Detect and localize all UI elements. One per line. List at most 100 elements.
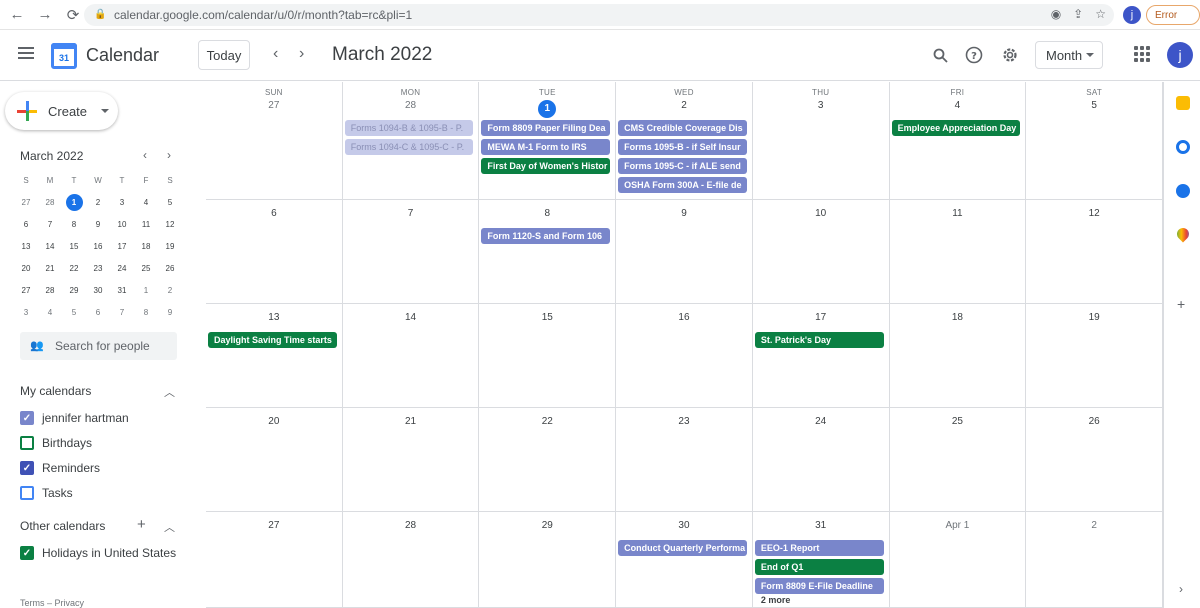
calendar-item[interactable]: ✓ jennifer hartman	[20, 408, 129, 428]
my-calendars-title[interactable]: My calendars	[20, 384, 91, 398]
day-number[interactable]: 24	[753, 416, 889, 427]
tasks-icon[interactable]	[1176, 140, 1190, 154]
mini-day[interactable]: 28	[38, 279, 62, 301]
mini-day[interactable]: 27	[14, 191, 38, 213]
mini-day[interactable]: 1	[62, 191, 86, 213]
day-number[interactable]: 23	[616, 416, 752, 427]
day-number[interactable]: 16	[616, 312, 752, 323]
day-number[interactable]: 17	[753, 312, 889, 323]
day-number[interactable]: 25	[890, 416, 1026, 427]
mini-day[interactable]: 5	[62, 301, 86, 323]
mini-day[interactable]: 8	[62, 213, 86, 235]
mini-day[interactable]: 10	[110, 213, 134, 235]
mini-day[interactable]: 6	[86, 301, 110, 323]
mini-day[interactable]: 17	[110, 235, 134, 257]
eye-icon[interactable]: ◉	[1051, 7, 1061, 21]
day-number[interactable]: 18	[890, 312, 1026, 323]
day-cell[interactable]: 6	[206, 200, 343, 304]
calendar-checkbox[interactable]	[20, 486, 34, 500]
reload-icon[interactable]: ⟳	[62, 4, 84, 26]
calendar-event[interactable]: CMS Credible Coverage Dis	[618, 120, 747, 136]
calendar-item[interactable]: Birthdays	[20, 433, 92, 453]
footer-links[interactable]: Terms – Privacy	[20, 598, 84, 608]
mini-day[interactable]: 14	[38, 235, 62, 257]
prev-month-icon[interactable]: ‹	[273, 45, 278, 63]
day-number[interactable]: 28	[343, 520, 479, 531]
collapse-other-calendars-icon[interactable]: ︿	[164, 519, 175, 535]
day-cell[interactable]: 16	[616, 304, 753, 408]
mini-day[interactable]: 27	[14, 279, 38, 301]
today-button[interactable]: Today	[198, 40, 250, 70]
mini-day[interactable]: 15	[62, 235, 86, 257]
day-number[interactable]: 2	[616, 100, 752, 111]
calendar-checkbox[interactable]	[20, 436, 34, 450]
browser-profile-avatar[interactable]: j	[1123, 6, 1141, 24]
mini-day[interactable]: 9	[158, 301, 182, 323]
day-number[interactable]: 31	[753, 520, 889, 531]
day-cell[interactable]: 14	[342, 304, 480, 408]
day-number[interactable]: 30	[616, 520, 752, 531]
search-icon[interactable]	[930, 45, 950, 65]
calendar-event[interactable]: OSHA Form 300A - E-file de	[618, 177, 747, 193]
calendar-event[interactable]: End of Q1	[754, 559, 884, 575]
day-number[interactable]: 5	[1026, 100, 1162, 111]
calendar-checkbox[interactable]: ✓	[20, 546, 34, 560]
mini-day[interactable]: 24	[110, 257, 134, 279]
day-cell[interactable]: 9	[616, 200, 753, 304]
day-cell[interactable]: 25	[889, 408, 1027, 512]
day-number[interactable]: 28	[343, 100, 479, 111]
day-number[interactable]: 11	[890, 208, 1026, 219]
get-addons-icon[interactable]: +	[1177, 296, 1185, 312]
keep-icon[interactable]	[1176, 96, 1190, 110]
day-cell[interactable]: 28	[342, 512, 480, 608]
day-cell[interactable]: THU 3	[752, 82, 890, 200]
day-number[interactable]: 1	[479, 100, 615, 118]
day-cell[interactable]: 11	[889, 200, 1027, 304]
calendar-event[interactable]: Forms 1095-C - if ALE send	[618, 158, 747, 174]
expand-panel-icon[interactable]: ›	[1179, 582, 1183, 596]
calendar-checkbox[interactable]: ✓	[20, 461, 34, 475]
mini-day[interactable]: 2	[158, 279, 182, 301]
google-apps-icon[interactable]	[1134, 46, 1150, 62]
day-cell[interactable]: 29	[479, 512, 617, 608]
mini-day[interactable]: 30	[86, 279, 110, 301]
day-number[interactable]: 4	[890, 100, 1026, 111]
calendar-event[interactable]: EEO-1 Report	[754, 540, 884, 556]
day-number[interactable]: 2	[1026, 520, 1162, 531]
calendar-event[interactable]: Form 1120-S and Form 106	[481, 228, 611, 244]
calendar-event[interactable]: Forms 1094-C & 1095-C - P.	[344, 139, 474, 155]
mini-day[interactable]: 28	[38, 191, 62, 213]
day-number[interactable]: 7	[343, 208, 479, 219]
day-cell[interactable]: 24	[752, 408, 890, 512]
day-cell[interactable]: 17	[752, 304, 890, 408]
calendar-event[interactable]: Forms 1094-B & 1095-B - P.	[344, 120, 474, 136]
maps-icon[interactable]	[1174, 225, 1192, 243]
calendar-event[interactable]: St. Patrick's Day	[754, 332, 884, 348]
day-cell[interactable]: 20	[206, 408, 343, 512]
day-number[interactable]: 10	[753, 208, 889, 219]
day-number[interactable]: 9	[616, 208, 752, 219]
mini-prev-icon[interactable]: ‹	[143, 148, 147, 162]
other-calendars-title[interactable]: Other calendars	[20, 519, 105, 533]
calendar-event[interactable]: First Day of Women's Histor	[481, 158, 611, 174]
day-cell[interactable]: 15	[479, 304, 617, 408]
mini-day[interactable]: 26	[158, 257, 182, 279]
mini-day[interactable]: 7	[38, 213, 62, 235]
day-cell[interactable]: SUN 27	[206, 82, 343, 200]
day-cell[interactable]: 26	[1026, 408, 1163, 512]
view-switcher-dropdown[interactable]: Month	[1035, 41, 1103, 69]
mini-day[interactable]: 12	[158, 213, 182, 235]
day-cell[interactable]: SAT 5	[1026, 82, 1163, 200]
day-number[interactable]: 22	[479, 416, 615, 427]
collapse-my-calendars-icon[interactable]: ︿	[164, 384, 175, 400]
calendar-event[interactable]: Form 8809 Paper Filing Dea	[481, 120, 611, 136]
forward-icon[interactable]: →	[34, 4, 56, 26]
more-events-link[interactable]: 2 more	[761, 595, 791, 605]
day-number[interactable]: 3	[753, 100, 889, 111]
mini-next-icon[interactable]: ›	[167, 148, 171, 162]
mini-day[interactable]: 8	[134, 301, 158, 323]
day-cell[interactable]: 12	[1026, 200, 1163, 304]
day-number[interactable]: 12	[1026, 208, 1162, 219]
mini-day[interactable]: 5	[158, 191, 182, 213]
calendar-event[interactable]: Conduct Quarterly Performa	[618, 540, 747, 556]
